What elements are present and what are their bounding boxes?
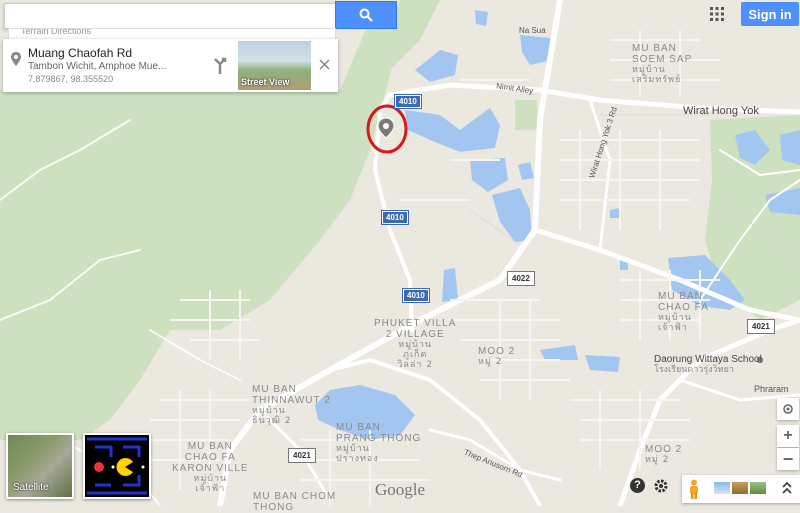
street-view-panel[interactable] (682, 475, 800, 503)
search-icon (359, 8, 373, 22)
pegman-icon[interactable] (688, 479, 700, 499)
place-info-card[interactable]: Muang Chaofah Rd Tambon Wichit, Amphoe M… (3, 39, 338, 92)
place-label: MU BAN PRANG THONG หมู่บ้าน ปรางทอง (336, 422, 422, 464)
pacman-layer-toggle[interactable] (83, 433, 151, 499)
place-label: MOO 2 หมู่ 2 (478, 346, 516, 367)
search-button[interactable] (335, 1, 397, 29)
route-shield-4021: 4021 (748, 320, 774, 333)
satellite-layer-toggle[interactable]: Satellite (6, 433, 74, 499)
photo-thumbnail[interactable] (714, 482, 730, 494)
place-label: MU BAN CHAO FA KARON VILLE หมู่บ้าน เจ้าฟ้า (172, 441, 249, 494)
place-coordinates: 7.879867, 98.355520 (28, 74, 114, 84)
gear-icon[interactable] (653, 478, 669, 494)
place-title: Muang Chaofah Rd (28, 46, 133, 60)
route-shield-4010: 4010 (382, 211, 408, 224)
plus-icon: + (783, 427, 793, 444)
minus-icon: − (782, 448, 794, 469)
google-logo: Google (375, 480, 426, 499)
place-label: MU BAN THINNAWUT 2 หมู่บ้าน ธินวุฒิ 2 (252, 384, 331, 426)
close-icon[interactable] (319, 59, 330, 70)
place-label: MOO 2 หมู่ 2 (645, 444, 683, 465)
help-icon[interactable]: ? (630, 478, 645, 493)
directions-icon[interactable] (211, 56, 229, 74)
route-shield-4010: 4010 (403, 289, 429, 302)
place-label: MU BAN SOEM SAP หมู่บ้าน เสริมทรัพย์ (632, 43, 693, 85)
route-shield-4021: 4021 (289, 449, 315, 462)
photo-thumbnail[interactable] (750, 482, 766, 494)
chevron-up-icon[interactable] (782, 481, 792, 495)
road-label-na-sua: Na Sua (519, 26, 546, 35)
street-view-label: Street View (241, 77, 290, 87)
zoom-out-button[interactable]: − (777, 448, 799, 470)
place-label: PHUKET VILLA 2 VILLAGE หมู่บ้าน ภูเก็ต วิลล่… (374, 318, 457, 370)
satellite-label: Satellite (13, 482, 49, 493)
place-label: MU BAN CHAO FA หมู่บ้าน เจ้าฟ้า (658, 291, 709, 333)
street-view-thumbnail[interactable]: Street View (238, 41, 311, 90)
photo-thumbnail[interactable] (732, 482, 748, 494)
search-input[interactable] (4, 3, 336, 29)
place-label: MU BAN CHOM THONG (253, 491, 337, 513)
apps-grid-icon[interactable] (710, 7, 724, 21)
road-label-phraram: Phraram (754, 384, 789, 394)
route-shield-4022: 4022 (508, 272, 534, 285)
route-shield-4010: 4010 (395, 95, 421, 108)
crosshair-icon (783, 404, 793, 414)
location-pin-icon (11, 52, 21, 66)
place-label-daorung-school[interactable]: Daorung Wittaya School โรงเรียนดาวรุ่งวิท… (654, 354, 762, 375)
road-label-wirat-hong-yok: Wirat Hong Yok (683, 105, 759, 117)
zoom-in-button[interactable]: + (777, 425, 799, 447)
sign-in-button[interactable]: Sign in (741, 2, 799, 26)
my-location-button[interactable] (777, 398, 799, 420)
pacman-icon (87, 437, 147, 495)
place-address: Tambon Wichit, Amphoe Mue... (28, 61, 167, 72)
